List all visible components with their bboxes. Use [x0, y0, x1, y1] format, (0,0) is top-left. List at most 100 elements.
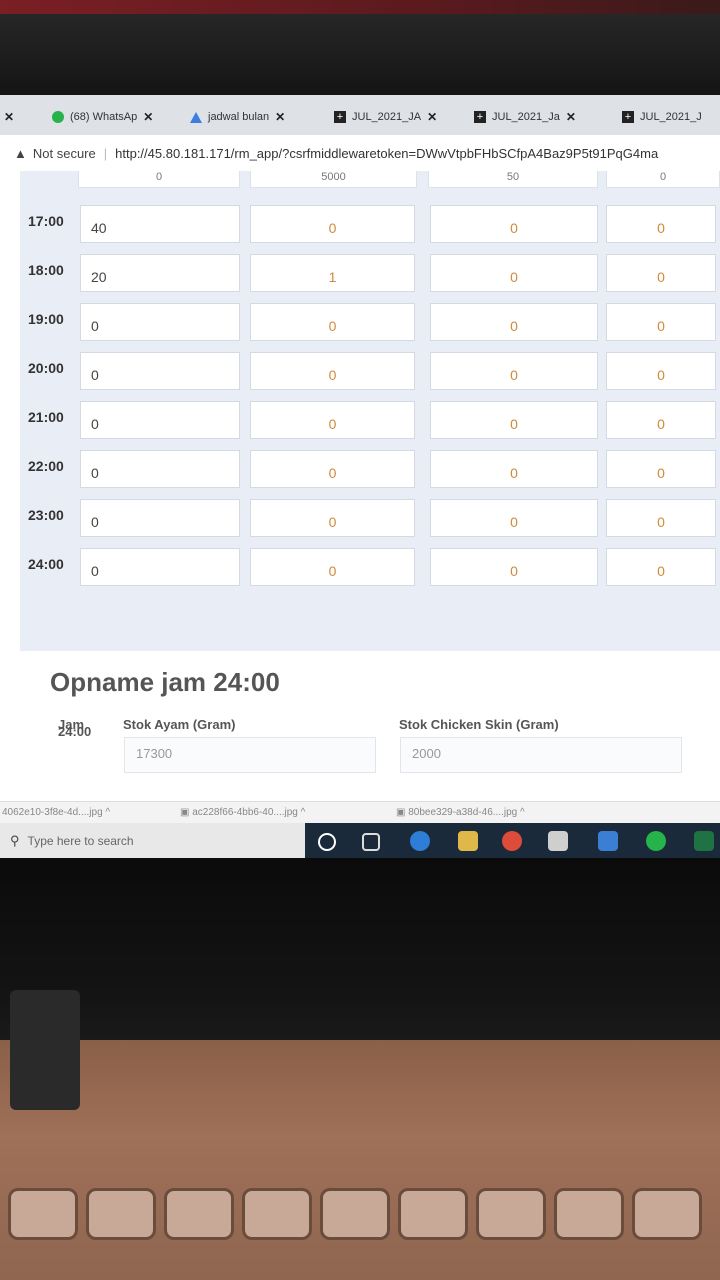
value-input[interactable]: 0: [606, 205, 716, 243]
keyboard-key: [242, 1188, 312, 1240]
keyboard-key: [476, 1188, 546, 1240]
value-input[interactable]: 0: [250, 401, 415, 439]
edge-icon[interactable]: [410, 831, 430, 851]
value-input[interactable]: 0: [80, 548, 240, 586]
value-input[interactable]: 0: [430, 499, 598, 537]
value-input[interactable]: 0: [430, 450, 598, 488]
google-drive-icon: [190, 111, 202, 123]
windows-taskbar: ⚲ Type here to search: [0, 823, 720, 858]
value-input[interactable]: 0: [430, 401, 598, 439]
download-item[interactable]: ▣ ac228f66-4bb6-40....jpg ^: [180, 807, 305, 818]
value-input[interactable]: 0: [606, 450, 716, 488]
row-time: 24:00: [28, 556, 64, 572]
keyboard-deck: [0, 1040, 720, 1280]
value-input[interactable]: 0: [606, 352, 716, 390]
tab-jul-1[interactable]: + JUL_2021_JA ✕: [334, 103, 437, 131]
excel-icon[interactable]: [694, 831, 714, 851]
value-input[interactable]: 0: [250, 499, 415, 537]
keyboard-key: [86, 1188, 156, 1240]
row-time: 23:00: [28, 507, 64, 523]
value-input[interactable]: 0: [80, 499, 240, 537]
keyboard-key: [8, 1188, 78, 1240]
search-icon: ⚲: [10, 832, 20, 848]
download-item[interactable]: 4062e10-3f8e-4d....jpg ^: [2, 807, 110, 818]
tab-whatsapp[interactable]: (68) WhatsAp ✕: [52, 103, 153, 131]
opname-title: Opname jam 24:00: [50, 667, 280, 697]
tab-jul-3[interactable]: + JUL_2021_J: [622, 103, 702, 131]
value-input[interactable]: 0: [250, 450, 415, 488]
close-icon[interactable]: ✕: [427, 110, 437, 124]
value-input[interactable]: 0: [430, 352, 598, 390]
address-bar[interactable]: ▲ Not secure | http://45.80.181.171/rm_a…: [0, 135, 720, 172]
cortana-icon[interactable]: [318, 833, 336, 851]
mail-icon[interactable]: [598, 831, 618, 851]
value-input[interactable]: 0: [606, 548, 716, 586]
value-input[interactable]: 0: [430, 205, 598, 243]
value-input[interactable]: 1: [250, 254, 415, 292]
value-input[interactable]: 0: [606, 254, 716, 292]
table-row: 19:00 0 0 0 0: [20, 299, 720, 345]
file-icon: ▣: [180, 807, 190, 818]
file-explorer-icon[interactable]: [458, 831, 478, 851]
separator: |: [103, 145, 108, 161]
close-icon[interactable]: ✕: [566, 110, 576, 124]
value-input[interactable]: 20: [80, 254, 240, 292]
keyboard-key: [164, 1188, 234, 1240]
close-icon[interactable]: ✕: [143, 110, 153, 124]
download-item[interactable]: ▣ 80bee329-a38d-46....jpg ^: [396, 807, 525, 818]
whatsapp-icon[interactable]: [646, 831, 666, 851]
store-icon[interactable]: [548, 831, 568, 851]
value-input[interactable]: 0: [80, 401, 240, 439]
laptop-hinge: [10, 990, 80, 1110]
monitor-bezel-bottom: [0, 858, 720, 1058]
value-input[interactable]: 0: [606, 401, 716, 439]
taskbar-search[interactable]: ⚲ Type here to search: [0, 823, 305, 858]
partial-cell[interactable]: 0: [78, 171, 240, 188]
close-icon[interactable]: ✕: [4, 110, 14, 124]
value-input[interactable]: 0: [250, 548, 415, 586]
plus-icon: +: [474, 111, 486, 123]
close-icon[interactable]: ✕: [275, 110, 285, 124]
value-input[interactable]: 0: [430, 254, 598, 292]
value-input[interactable]: 0: [430, 548, 598, 586]
stok-chicken-skin-input[interactable]: [400, 737, 682, 773]
row-time: 22:00: [28, 458, 64, 474]
keyboard-key: [320, 1188, 390, 1240]
download-filename: 80bee329-a38d-46....jpg: [408, 807, 518, 818]
plus-icon: +: [334, 111, 346, 123]
tab-bar: ✕ (68) WhatsAp ✕ jadwal bulan ✕ + JUL_20…: [0, 95, 720, 135]
value-input[interactable]: 0: [250, 352, 415, 390]
stok-chicken-skin-value: 2000: [412, 746, 441, 761]
value-input[interactable]: 0: [80, 303, 240, 341]
chrome-icon[interactable]: [502, 831, 522, 851]
partial-cell[interactable]: 50: [428, 171, 598, 188]
tab-title: JUL_2021_JA: [352, 111, 422, 123]
url-text[interactable]: http://45.80.181.171/rm_app/?csrfmiddlew…: [115, 146, 658, 161]
keyboard-key: [632, 1188, 702, 1240]
tab-jadwal[interactable]: jadwal bulan ✕: [190, 103, 285, 131]
tab-title: (68) WhatsAp: [70, 111, 138, 123]
value-input[interactable]: 0: [606, 499, 716, 537]
value-input[interactable]: 40: [80, 205, 240, 243]
value-input[interactable]: 0: [430, 303, 598, 341]
partial-cell[interactable]: 0: [606, 171, 720, 188]
stok-ayam-value: 17300: [136, 746, 173, 761]
value-input[interactable]: 0: [80, 450, 240, 488]
row-time: 19:00: [28, 311, 64, 327]
whatsapp-icon: [52, 111, 64, 123]
value-input[interactable]: 0: [606, 303, 716, 341]
partial-cell[interactable]: 5000: [250, 171, 417, 188]
value-input[interactable]: 0: [250, 303, 415, 341]
plus-icon: +: [622, 111, 634, 123]
task-view-icon[interactable]: [362, 833, 380, 851]
row-time: 18:00: [28, 262, 64, 278]
table-row: 23:00 0 0 0 0: [20, 495, 720, 541]
tab-jul-2[interactable]: + JUL_2021_Ja ✕: [474, 103, 576, 131]
table-row: 24:00 0 0 0 0: [20, 544, 720, 590]
warning-icon[interactable]: ▲: [14, 146, 27, 161]
tab-close-partial[interactable]: ✕: [4, 103, 14, 131]
value-input[interactable]: 0: [250, 205, 415, 243]
security-label[interactable]: Not secure: [33, 146, 96, 161]
value-input[interactable]: 0: [80, 352, 240, 390]
cell-value: 5000: [321, 171, 346, 183]
